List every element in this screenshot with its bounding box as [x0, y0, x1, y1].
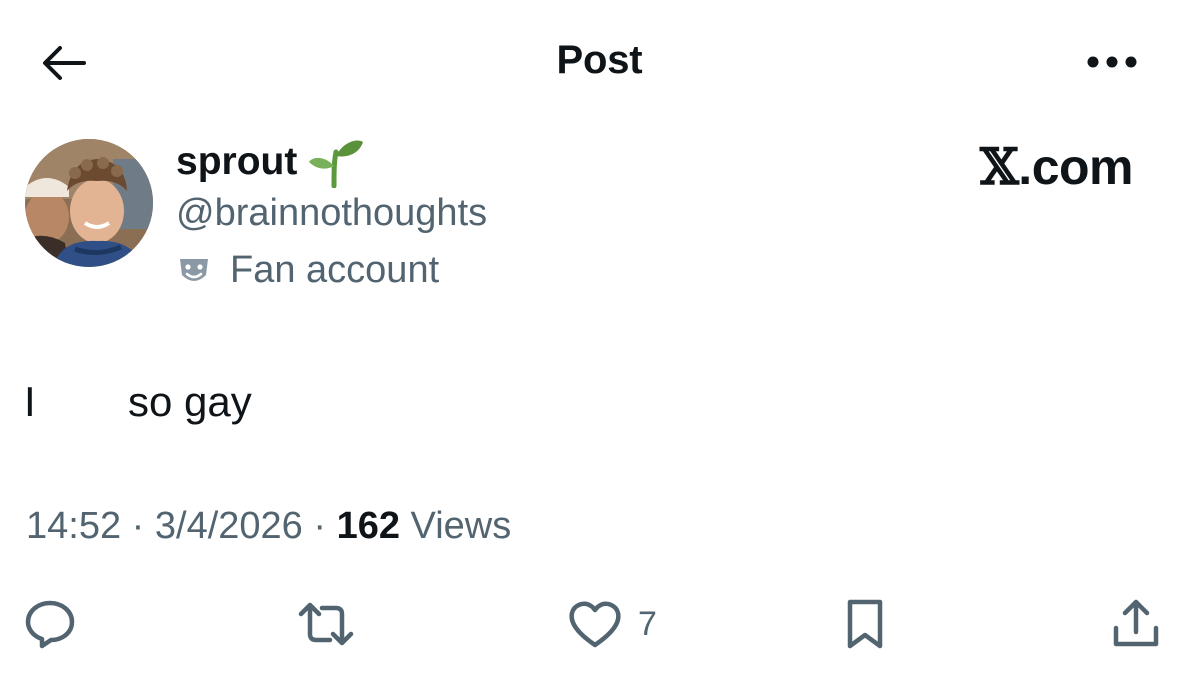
- avatar[interactable]: [25, 139, 153, 267]
- display-name-text: sprout: [176, 140, 298, 183]
- share-button[interactable]: [1108, 594, 1168, 654]
- more-horizontal-icon: [1086, 55, 1138, 69]
- bookmark-icon: [840, 596, 890, 652]
- views-label: Views: [399, 505, 512, 547]
- heart-icon: [566, 597, 624, 651]
- repost-button[interactable]: [296, 594, 358, 654]
- author-display-name[interactable]: sprout: [176, 136, 365, 188]
- account-label-text: Fan account: [230, 249, 440, 291]
- x-watermark: 𝕏 .com: [980, 137, 1133, 196]
- seedling-icon: [307, 136, 365, 188]
- watermark-suffix: .com: [1018, 139, 1133, 195]
- meta-separator: ·: [302, 505, 337, 547]
- like-count: 7: [638, 604, 657, 643]
- post-time[interactable]: 14:52: [26, 505, 121, 547]
- author-handle[interactable]: @brainnothoughts: [176, 192, 487, 235]
- page-title: Post: [556, 38, 643, 82]
- meta-separator: ·: [121, 505, 155, 547]
- x-logo-icon: 𝕏: [980, 137, 1019, 196]
- repost-icon: [296, 596, 356, 652]
- reply-icon: [22, 596, 78, 652]
- like-button[interactable]: 7: [566, 594, 686, 654]
- post-meta: 14:52 · 3/4/2026 · 162 Views: [26, 505, 511, 548]
- post-date[interactable]: 3/4/2026: [155, 505, 303, 547]
- post-text-word-2: so gay: [128, 378, 252, 425]
- bookmark-button[interactable]: [840, 594, 896, 654]
- account-label: Fan account: [176, 249, 439, 292]
- more-options-button[interactable]: [1082, 44, 1142, 80]
- share-icon: [1108, 596, 1164, 652]
- reply-button[interactable]: [22, 594, 82, 654]
- theater-masks-icon: [176, 253, 212, 289]
- views-count[interactable]: 162: [337, 505, 400, 547]
- post-text-word-1: I: [24, 378, 36, 425]
